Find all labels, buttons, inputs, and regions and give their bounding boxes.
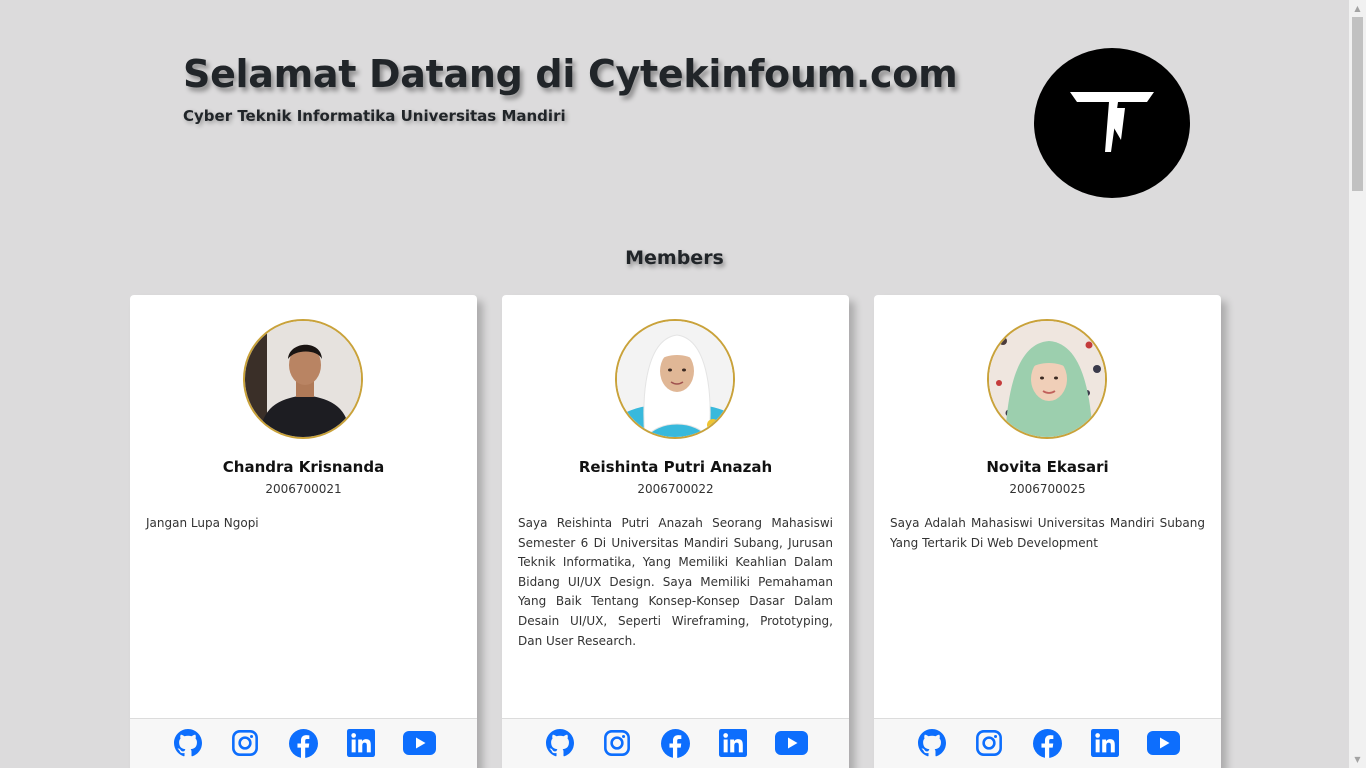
member-name: Chandra Krisnanda [222,458,385,476]
member-bio: Saya Reishinta Putri Anazah Seorang Maha… [518,516,833,648]
youtube-icon[interactable] [402,728,436,758]
member-avatar [243,319,363,439]
scroll-down-arrow-icon[interactable]: ▼ [1349,751,1366,768]
scroll-up-arrow-icon[interactable]: ▲ [1349,0,1366,17]
github-icon[interactable] [917,728,947,758]
member-card: Novita Ekasari 2006700025 Saya Adalah Ma… [874,295,1221,768]
site-logo [1034,48,1190,198]
youtube-icon[interactable] [774,728,808,758]
member-avatar [987,319,1107,439]
linkedin-icon[interactable] [1090,728,1120,758]
member-card: Chandra Krisnanda 2006700021 Jangan Lupa… [130,295,477,768]
card-footer [130,718,477,768]
member-card: Reishinta Putri Anazah 2006700022 Saya R… [502,295,849,768]
member-bio: Jangan Lupa Ngopi [146,516,259,530]
page-subtitle: Cyber Teknik Informatika Universitas Man… [183,107,566,125]
linkedin-icon[interactable] [346,728,376,758]
member-bio: Saya Adalah Mahasiswi Universitas Mandir… [890,516,1205,550]
github-icon[interactable] [545,728,575,758]
scrollbar-thumb[interactable] [1352,17,1363,191]
ti-monogram-logo-icon [1070,92,1154,152]
page-scrollbar[interactable]: ▲ ▼ [1349,0,1366,768]
member-nim: 2006700022 [637,482,714,496]
card-footer [874,718,1221,768]
linkedin-icon[interactable] [718,728,748,758]
members-heading: Members [625,247,724,269]
facebook-icon[interactable] [1032,728,1062,758]
instagram-icon[interactable] [230,728,260,758]
youtube-icon[interactable] [1146,728,1180,758]
member-nim: 2006700021 [265,482,342,496]
github-icon[interactable] [173,728,203,758]
member-name: Novita Ekasari [986,458,1109,476]
page-title: Selamat Datang di Cytekinfoum.com [183,52,958,96]
member-nim: 2006700025 [1009,482,1086,496]
member-avatar [615,319,735,439]
facebook-icon[interactable] [288,728,318,758]
instagram-icon[interactable] [602,728,632,758]
facebook-icon[interactable] [660,728,690,758]
member-name: Reishinta Putri Anazah [578,458,773,476]
card-footer [502,718,849,768]
instagram-icon[interactable] [974,728,1004,758]
